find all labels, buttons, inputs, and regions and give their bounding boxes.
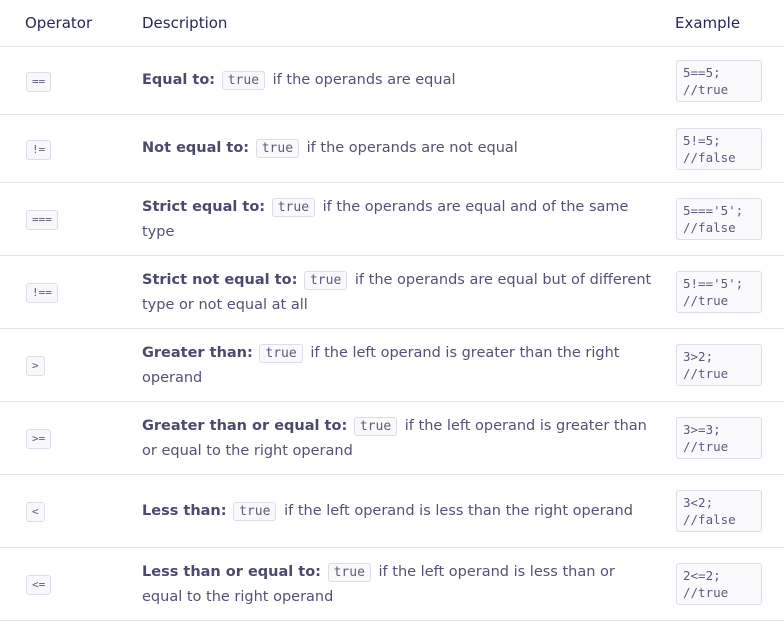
operator-cell: != [0,114,142,183]
example-line: 5==5; [683,64,721,80]
example-cell: 3>2; //true [674,328,784,402]
operator-code: > [26,356,45,376]
operator-cell: > [0,328,142,402]
description-cell: Not equal to: true if the operands are n… [142,114,674,183]
operator-code: <= [26,575,52,595]
example-code: 3<2; //false [676,490,762,532]
example-cell: 5!=5;//false [674,114,784,183]
operator-cell: >= [0,401,142,475]
description-title: Less than or equal to: [142,563,321,580]
header-description: Description [142,0,674,47]
example-line: 3>=3; [683,422,721,437]
description-title: Greater than or equal to: [142,417,348,434]
example-line: 5==='5'; [683,203,744,218]
inline-code: true [233,501,277,521]
inline-code: true [303,270,348,290]
table-row: > Greater than: true if the left operand… [0,328,784,402]
example-comment: //false [683,149,736,165]
description-title: Strict equal to: [142,198,266,215]
description-title: Less than: [142,502,227,519]
comparison-operators-table: Operator Description Example == Equal to… [0,0,784,621]
description-cell: Strict not equal to: true if the operand… [142,255,674,329]
inline-code: true [221,71,266,90]
table-row: >= Greater than or equal to: true if the… [0,401,784,475]
description-title: Greater than: [142,344,253,361]
example-code: 5!=5;//false [676,127,762,170]
example-code: 3>2; //true [676,344,762,386]
description-cell: Greater than or equal to: true if the le… [142,401,674,475]
inline-code: true [353,416,398,436]
example-comment: //true [683,366,729,381]
example-cell: 2<=2; //true [674,547,784,621]
table-row: === Strict equal to: true if the operand… [0,182,784,256]
description-title: Strict not equal to: [142,271,298,288]
example-comment: //true [683,81,729,97]
example-line: 2<=2; [683,568,721,583]
operator-code: >= [26,429,52,449]
operator-cell: < [0,474,142,548]
table-row: < Less than: true if the left operand is… [0,474,784,548]
operator-code: === [26,210,58,230]
example-cell: 5==='5'; //false [674,182,784,256]
description-title: Not equal to: [142,140,250,156]
example-line: 3<2; [683,495,714,510]
description-cell: Equal to: true if the operands are equal [142,46,674,115]
example-comment: //false [683,512,736,527]
description-cell: Less than: true if the left operand is l… [142,474,674,548]
description-title: Equal to: [142,72,216,88]
description-text: if the operands are not equal [306,140,518,156]
table-row: == Equal to: true if the operands are eq… [0,46,784,115]
table-row: !== Strict not equal to: true if the ope… [0,255,784,329]
header-operator: Operator [0,0,142,47]
example-code: 5==5;//true [676,59,762,102]
inline-code: true [255,139,300,158]
header-example: Example [674,0,784,47]
example-comment: //true [683,585,729,600]
operator-code: < [26,502,45,522]
example-code: 3>=3; //true [676,417,762,459]
operator-cell: == [0,46,142,115]
operator-code: != [26,139,52,160]
header-row: Operator Description Example [0,0,784,47]
example-comment: //true [683,293,729,308]
example-line: 5!=5; [683,132,721,148]
table-row: != Not equal to: true if the operands ar… [0,114,784,183]
example-comment: //false [683,220,736,235]
description-cell: Strict equal to: true if the operands ar… [142,182,674,256]
example-cell: 3>=3; //true [674,401,784,475]
operator-code: !== [26,283,58,303]
example-code: 5==='5'; //false [676,198,762,240]
description-text: if the left operand is less than the rig… [284,502,633,519]
description-cell: Greater than: true if the left operand i… [142,328,674,402]
description-text: if the operands are equal [272,72,456,88]
example-code: 5!=='5'; //true [676,271,762,313]
table-header: Operator Description Example [0,0,784,47]
operator-cell: <= [0,547,142,621]
example-line: 3>2; [683,349,714,364]
operator-cell: === [0,182,142,256]
example-line: 5!=='5'; [683,276,744,291]
description-cell: Less than or equal to: true if the left … [142,547,674,621]
inline-code: true [271,197,316,217]
table-body: == Equal to: true if the operands are eq… [0,46,784,621]
inline-code: true [327,562,371,582]
operator-cell: !== [0,255,142,329]
example-code: 2<=2; //true [676,563,762,605]
example-cell: 5!=='5'; //true [674,255,784,329]
example-cell: 5==5;//true [674,46,784,115]
table-row: <= Less than or equal to: true if the le… [0,547,784,621]
example-comment: //true [683,439,729,454]
operator-code: == [26,71,52,92]
example-cell: 3<2; //false [674,474,784,548]
inline-code: true [259,343,303,363]
